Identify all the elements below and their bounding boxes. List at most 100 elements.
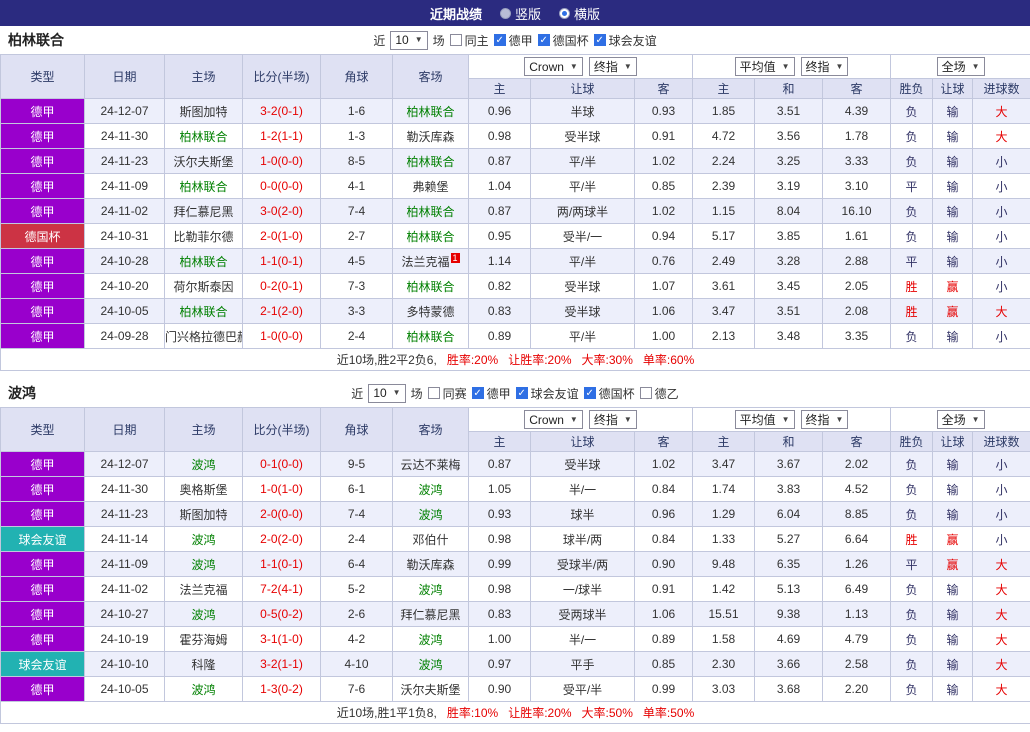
summary-stat: 胜率:10% [446,706,499,720]
filter-checkbox[interactable]: ✓ 球会友谊 [593,32,657,49]
radio-icon[interactable] [499,7,511,19]
match-date: 24-11-14 [84,526,165,552]
column-header: 比分(半场) [242,407,321,452]
asian-away-odds: 0.85 [633,651,694,677]
filter-checkbox[interactable]: ✓ 德国杯 [583,385,635,402]
away-team-name: 云达不莱梅 [400,457,461,472]
euro-odds-time-select[interactable]: 终指 ▼ [800,410,849,429]
card-badge: 1 [450,252,460,263]
match-score: 1-3(0-2) [242,676,321,702]
checked-checkbox-icon[interactable]: ✓ [493,34,506,46]
handicap-result: 赢 [932,551,974,577]
home-team-name: 霍芬海姆 [179,632,228,647]
league-type: 德甲 [0,98,85,124]
match-row: 德甲 24-10-19 霍芬海姆 3-1(1-0) 4-2 波鸿 1.00 半/一 0.89 1.… [0,626,1030,652]
league-type: 德甲 [0,323,85,349]
handicap-line: 平手 [530,651,635,677]
column-header: 类型 [0,407,85,452]
column-header: 客 [822,78,892,99]
asian-odds-time-select[interactable]: 终指 ▼ [588,410,637,429]
league-type: 德甲 [0,501,85,527]
select-value: 平均值 [739,59,776,74]
match-result: 负 [890,651,934,677]
checked-checkbox-icon[interactable]: ✓ [471,387,484,399]
match-row: 德甲 24-12-07 斯图加特 3-2(0-1) 1-6 柏林联合 0.96 半球 0.93 1… [0,98,1030,124]
goals-result: 大 [972,123,1030,149]
away-team: 邓伯什 [392,526,469,552]
euro-odds-time-select[interactable]: 终指 ▼ [800,57,849,76]
filter-checkbox[interactable]: ✓ 德甲 [493,32,533,49]
select-value: 终指 [593,412,618,427]
asian-away-odds: 0.85 [633,173,694,199]
match-score: 1-0(1-0) [242,476,321,502]
match-date: 24-10-27 [84,601,165,627]
chevron-down-icon: ▼ [414,35,423,44]
checked-checkbox-icon[interactable]: ✓ [593,34,606,46]
summary-stat: 大率:30% [581,353,633,367]
filter-checkbox[interactable]: ✓ 德甲 [471,385,511,402]
home-team-name: 科隆 [191,657,216,672]
euro-home-odds: 2.49 [692,248,756,274]
column-header: 主场 [164,407,243,452]
euro-odds-source-select[interactable]: 平均值 ▼ [734,57,795,76]
filter-checkbox[interactable]: ✓ 德国杯 [537,32,589,49]
match-row: 德甲 24-11-09 波鸿 1-1(0-1) 6-4 勒沃库森 0.99 受球半/两 0.90… [0,551,1030,577]
checked-checkbox-icon[interactable]: ✓ [583,387,596,399]
summary-stat: 让胜率:20% [508,353,572,367]
match-result: 负 [890,323,934,349]
handicap-line: 两/两球半 [530,198,635,224]
chevron-down-icon: ▼ [569,61,578,71]
corner-score: 6-1 [320,476,393,502]
home-team-name: 柏林联合 [179,179,228,194]
filter-checkbox[interactable]: ✓ 球会友谊 [515,385,579,402]
checked-checkbox-icon[interactable]: ✓ [537,34,550,46]
filter-checkbox-label: 同赛 [442,386,467,401]
match-score: 1-2(1-1) [242,123,321,149]
radio-vertical-layout[interactable]: 竖版 [499,4,541,23]
column-header: 角球 [320,407,393,452]
section-header: 柏林联合近 10 ▼ 场同主 ✓ 德甲 ✓ 德国杯 ✓ 球会友谊 [0,26,1030,54]
league-type: 球会友谊 [0,651,85,677]
filter-checkbox[interactable]: 同赛 [427,385,467,402]
select-value: 全场 [941,59,966,74]
euro-odds-source-select[interactable]: 平均值 ▼ [734,410,795,429]
corner-score: 3-3 [320,298,393,324]
radio-selected-icon[interactable] [559,7,570,19]
match-date: 24-10-10 [84,651,165,677]
asian-odds-source-select[interactable]: Crown ▼ [524,410,583,429]
away-team-name: 柏林联合 [406,154,455,169]
unchecked-checkbox-icon[interactable] [639,387,652,399]
unchecked-checkbox-icon[interactable] [427,387,440,399]
asian-odds-source-select[interactable]: Crown ▼ [524,57,583,76]
handicap-result: 输 [932,173,974,199]
radio-horizontal-layout[interactable]: 横版 [559,4,600,23]
league-type: 德甲 [0,298,85,324]
scope-select[interactable]: 全场 ▼ [936,57,985,76]
filter-checkbox[interactable]: 德乙 [639,385,679,402]
match-date: 24-11-30 [84,123,165,149]
column-header: 让球 [530,431,635,452]
filter-checkbox[interactable]: 同主 [449,32,489,49]
asian-odds-time-select[interactable]: 终指 ▼ [588,57,637,76]
match-score: 3-0(2-0) [242,198,321,224]
match-count-select[interactable]: 10 ▼ [368,383,406,403]
league-type: 德甲 [0,476,85,502]
euro-home-odds: 3.61 [692,273,756,299]
goals-result: 小 [972,501,1030,527]
filter-checkbox-label: 德国杯 [552,33,589,48]
checked-checkbox-icon[interactable]: ✓ [515,387,528,399]
match-score: 0-0(0-0) [242,173,321,199]
home-team: 拜仁慕尼黑 [164,198,243,224]
match-result: 负 [890,148,934,174]
team-name: 柏林联合 [8,32,64,48]
scope-select[interactable]: 全场 ▼ [936,410,985,429]
match-count-select[interactable]: 10 ▼ [390,30,428,50]
away-team: 波鸿 [392,501,469,527]
match-date: 24-11-23 [84,501,165,527]
near-label: 近 [351,386,364,401]
euro-draw-odds: 3.68 [754,676,824,702]
unchecked-checkbox-icon[interactable] [449,34,462,46]
match-date: 24-10-19 [84,626,165,652]
euro-draw-odds: 4.69 [754,626,824,652]
euro-draw-odds: 6.04 [754,501,824,527]
